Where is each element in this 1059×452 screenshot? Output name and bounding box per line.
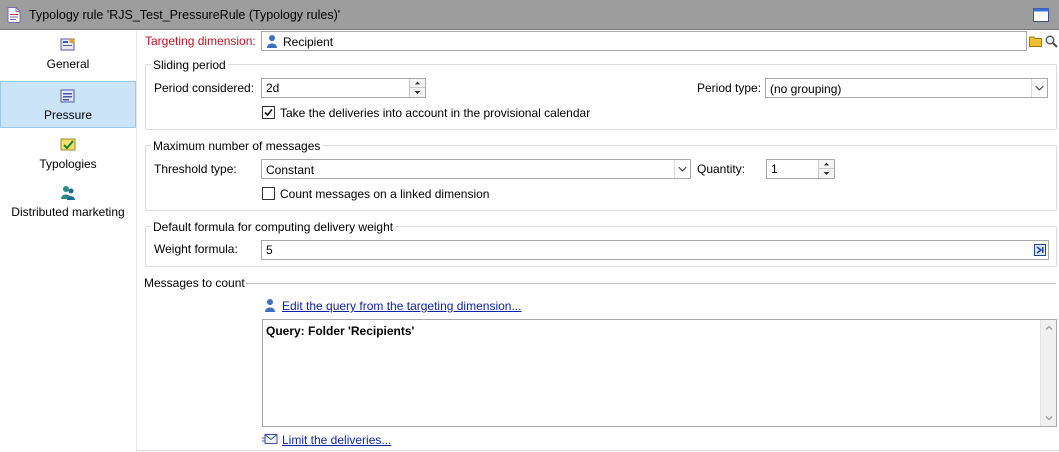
query-panel[interactable]: Query: Folder 'Recipients' [262,319,1057,427]
scroll-down-icon[interactable] [1041,410,1057,426]
folder-icon[interactable] [1029,35,1042,47]
document-icon [7,7,21,23]
provisional-calendar-checkbox[interactable] [262,106,275,119]
quantity-label: Quantity: [697,162,746,176]
period-type-select[interactable]: (no grouping) [765,78,1048,98]
pressure-icon [60,89,75,103]
period-considered-label: Period considered: [154,81,255,95]
sidebar-item-label: Typologies [39,157,97,171]
messages-separator [246,283,1056,284]
recipient-icon [265,299,275,312]
recipient-icon [267,35,277,48]
chevron-down-icon[interactable] [674,160,690,178]
sidebar-item-distributed-marketing[interactable]: Distributed marketing [0,185,136,227]
scroll-up-icon[interactable] [1041,320,1057,336]
sidebar: General Pressure Typologies Distributed … [0,31,137,452]
edit-query-link[interactable]: Edit the query from the targeting dimens… [282,299,521,313]
arrow-down-icon[interactable] [410,88,425,97]
limit-deliveries-icon [262,434,278,444]
weight-formula-title: Default formula for computing delivery w… [151,220,396,234]
linked-dimension-checkbox[interactable] [262,187,275,200]
query-text: Query: Folder 'Recipients' [266,324,415,338]
messages-to-count-title: Messages to count [144,276,245,290]
period-type-label: Period type: [697,81,762,95]
period-considered-stepper[interactable] [409,79,425,97]
general-icon [60,38,75,51]
limit-deliveries-link[interactable]: Limit the deliveries... [282,433,391,447]
quantity-value: 1 [771,162,778,176]
window-titlebar: Typology rule 'RJS_Test_PressureRule (Ty… [0,0,1059,30]
magnifier-icon[interactable] [1045,35,1058,48]
linked-dimension-label[interactable]: Count messages on a linked dimension [280,187,489,201]
expression-editor-icon[interactable] [1034,244,1046,256]
window-icon[interactable] [1033,8,1049,22]
arrow-up-icon[interactable] [819,160,834,169]
arrow-up-icon[interactable] [410,79,425,88]
arrow-down-icon[interactable] [819,169,834,178]
sidebar-item-pressure[interactable]: Pressure [0,81,136,128]
checkmark-icon [264,108,273,117]
quantity-spinner[interactable] [818,160,834,178]
period-considered-value: 2d [266,81,280,95]
period-type-value: (no grouping) [770,82,842,96]
period-considered-field[interactable]: 2d [261,78,426,98]
threshold-type-value: Constant [266,163,315,177]
sidebar-item-label: Pressure [43,108,93,122]
weight-formula-label: Weight formula: [154,242,238,256]
targeting-dimension-field[interactable]: Recipient [261,31,1027,51]
weight-formula-value: 5 [266,243,273,257]
chevron-down-icon[interactable] [1031,79,1047,97]
threshold-type-select[interactable]: Constant [261,159,691,179]
sidebar-item-general[interactable]: General [0,37,136,79]
bottom-border [137,450,1059,451]
distributed-marketing-icon [61,186,75,200]
quantity-stepper[interactable]: 1 [766,159,835,179]
window-title: Typology rule 'RJS_Test_PressureRule (Ty… [29,8,341,22]
sliding-period-title: Sliding period [151,58,228,72]
threshold-type-label: Threshold type: [154,162,237,176]
sidebar-item-label: Distributed marketing [11,205,125,219]
targeting-dimension-value: Recipient [283,35,334,49]
max-messages-title: Maximum number of messages [151,139,323,153]
weight-formula-field[interactable]: 5 [261,240,1049,260]
sidebar-item-label: General [46,57,90,71]
typologies-icon [60,138,76,151]
query-scrollbar[interactable] [1040,320,1056,426]
sidebar-item-typologies[interactable]: Typologies [0,137,136,179]
provisional-calendar-label[interactable]: Take the deliveries into account in the … [280,106,590,120]
targeting-dimension-label: Targeting dimension: [145,34,256,48]
